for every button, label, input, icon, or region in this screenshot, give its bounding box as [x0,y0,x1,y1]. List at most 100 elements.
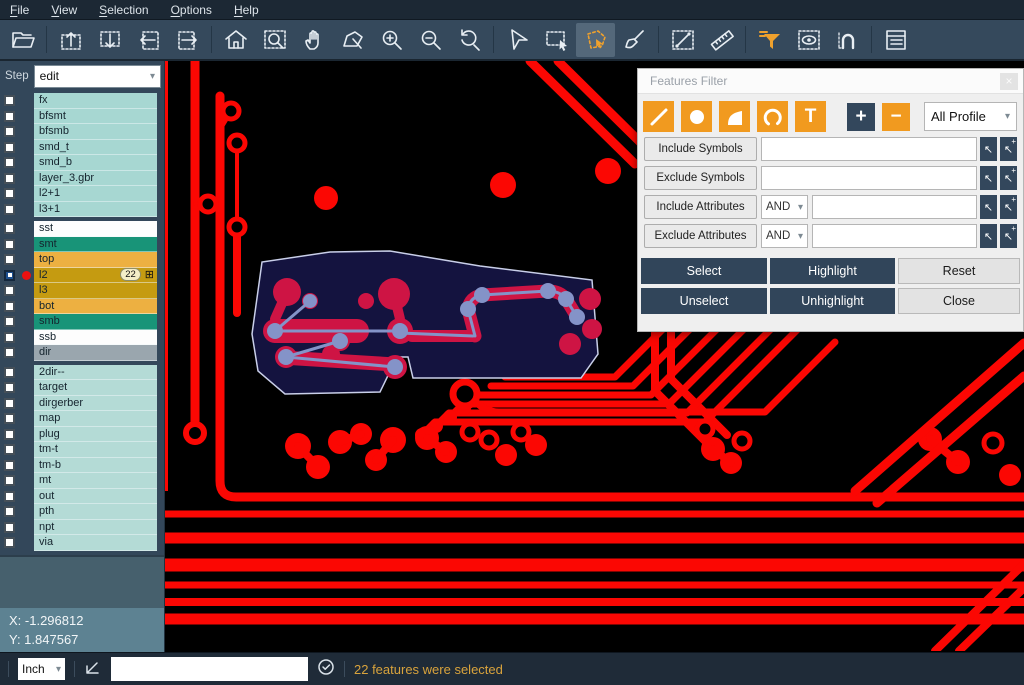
layer-row[interactable]: fx [0,93,164,109]
menu-options[interactable]: Options [171,3,212,17]
layer-checkbox[interactable] [4,506,15,517]
layer-row[interactable]: smb [0,314,164,330]
layer-checkbox[interactable] [4,126,15,137]
edit-polygon-button[interactable] [333,23,372,57]
pick-attribute-add-button[interactable]: ↖+ [1000,224,1017,248]
home-view-button[interactable] [216,23,255,57]
layer-checkbox[interactable] [4,347,15,358]
layer-checkbox[interactable] [4,522,15,533]
layer-row[interactable]: target [0,380,164,396]
refresh-check-icon[interactable] [317,658,335,681]
exclude-attributes-button[interactable]: Exclude Attributes [644,224,757,248]
layer-row[interactable]: l2+1 [0,186,164,202]
layer-checkbox[interactable] [4,223,15,234]
layer-checkbox[interactable] [4,285,15,296]
view-options-button[interactable] [789,23,828,57]
layer-checkbox[interactable] [4,157,15,168]
layer-row[interactable]: layer_3.gbr [0,171,164,187]
include-symbols-input[interactable] [761,137,977,161]
layer-checkbox[interactable] [4,398,15,409]
layer-checkbox[interactable] [4,301,15,312]
layer-row[interactable]: smd_t [0,140,164,156]
layer-checkbox[interactable] [4,475,15,486]
open-file-button[interactable] [3,23,42,57]
pick-symbol-add-button[interactable]: ↖+ [1000,137,1017,161]
layer-row[interactable]: smd_b [0,155,164,171]
load-right-button[interactable] [168,23,207,57]
layer-checkbox[interactable] [4,204,15,215]
menu-view[interactable]: View [51,3,77,17]
pick-attribute-button[interactable]: ↖ [980,195,997,219]
layer-checkbox[interactable] [4,142,15,153]
zoom-out-button[interactable] [411,23,450,57]
filter-text-button[interactable]: T [795,101,826,132]
layer-checkbox[interactable] [4,239,15,250]
dialog-titlebar[interactable]: Features Filter × [638,69,1023,94]
pick-attribute-button[interactable]: ↖ [980,224,997,248]
layers-panel-button[interactable] [876,23,915,57]
close-button[interactable]: Close [898,288,1020,314]
units-select[interactable]: Inch▾ [18,658,65,680]
layer-checkbox[interactable] [4,95,15,106]
load-down-button[interactable] [90,23,129,57]
corner-tool-icon[interactable] [84,658,102,681]
layer-checkbox[interactable] [4,460,15,471]
include-attributes-input[interactable] [812,195,977,219]
layer-checkbox[interactable] [4,429,15,440]
layer-checkbox[interactable] [4,254,15,265]
measure-line-button[interactable] [663,23,702,57]
unselect-button[interactable]: Unselect [641,288,767,314]
pick-symbol-button[interactable]: ↖ [980,137,997,161]
pan-button[interactable] [294,23,333,57]
layer-row[interactable]: via [0,535,164,551]
layer-row[interactable]: dir [0,345,164,361]
layer-row[interactable]: mt [0,473,164,489]
layer-row[interactable]: l3+1 [0,202,164,218]
zoom-previous-button[interactable] [450,23,489,57]
layer-row[interactable]: 2dir-- [0,365,164,381]
filter-surface-button[interactable] [719,101,750,132]
layer-row[interactable]: npt [0,520,164,536]
menu-help[interactable]: Help [234,3,259,17]
layer-checkbox[interactable] [4,173,15,184]
filter-pad-button[interactable] [681,101,712,132]
select-polygon-button[interactable] [576,23,615,57]
filter-positive-button[interactable]: + [847,103,875,131]
command-input[interactable] [111,657,308,681]
layer-row[interactable]: tm-b [0,458,164,474]
layer-row[interactable]: plug [0,427,164,443]
select-rectangle-button[interactable] [537,23,576,57]
zoom-area-button[interactable] [255,23,294,57]
pick-symbol-add-button[interactable]: ↖+ [1000,166,1017,190]
layer-checkbox[interactable] [4,188,15,199]
highlight-button[interactable]: Highlight [770,258,895,284]
layer-checkbox[interactable] [4,382,15,393]
layer-checkbox[interactable] [4,332,15,343]
layer-row[interactable]: out [0,489,164,505]
layer-checkbox[interactable] [4,444,15,455]
filter-line-button[interactable] [643,101,674,132]
load-left-button[interactable] [129,23,168,57]
reset-button[interactable]: Reset [898,258,1020,284]
step-select[interactable]: edit▾ [34,65,161,88]
select-button[interactable]: Select [641,258,767,284]
layer-row[interactable]: pth [0,504,164,520]
profile-select[interactable]: All Profile▾ [924,102,1017,131]
pick-symbol-button[interactable]: ↖ [980,166,997,190]
layer-checkbox[interactable] [4,316,15,327]
layer-row[interactable]: map [0,411,164,427]
layer-checkbox[interactable] [4,367,15,378]
layer-row[interactable]: sst [0,221,164,237]
exclude-symbols-input[interactable] [761,166,977,190]
zoom-in-button[interactable] [372,23,411,57]
layer-row[interactable]: top [0,252,164,268]
unhighlight-button[interactable]: Unhighlight [770,288,895,314]
layer-row[interactable]: dirgerber [0,396,164,412]
layer-checkbox[interactable] [4,111,15,122]
include-attributes-button[interactable]: Include Attributes [644,195,757,219]
include-attributes-operator[interactable]: AND▾ [761,195,808,219]
menu-selection[interactable]: Selection [99,3,148,17]
layer-row[interactable]: tm-t [0,442,164,458]
exclude-symbols-button[interactable]: Exclude Symbols [644,166,757,190]
features-filter-button[interactable] [750,23,789,57]
